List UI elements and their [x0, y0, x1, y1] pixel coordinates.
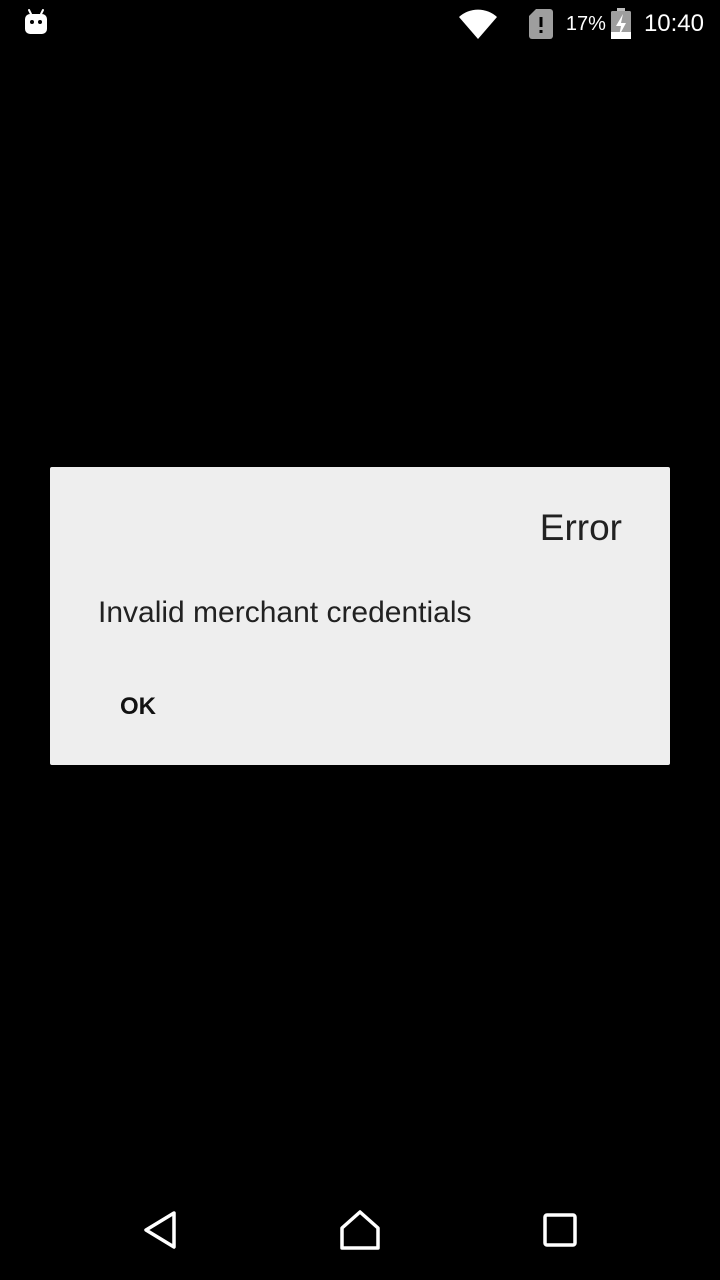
ok-button[interactable]: OK	[100, 679, 176, 735]
status-bar: 17% 10:40	[0, 0, 720, 48]
home-icon	[339, 1209, 381, 1256]
screen: 17% 10:40 Error Invalid merchant credent…	[0, 0, 720, 1280]
wifi-icon	[458, 7, 498, 41]
home-button[interactable]	[330, 1202, 390, 1262]
back-button[interactable]	[130, 1202, 190, 1262]
android-debug-icon	[22, 8, 50, 36]
clock: 10:40	[643, 10, 704, 37]
recents-icon	[542, 1212, 578, 1253]
status-icons: 17% 10:40	[458, 0, 704, 48]
recents-button[interactable]	[530, 1202, 590, 1262]
error-dialog: Error Invalid merchant credentials OK	[50, 467, 670, 765]
battery-charging-icon	[610, 8, 632, 40]
sim-alert-icon	[528, 7, 554, 41]
back-icon	[140, 1209, 180, 1256]
battery-percent: 17%	[565, 12, 606, 35]
dialog-title: Error	[539, 507, 622, 548]
navigation-bar	[0, 1184, 720, 1280]
dialog-message: Invalid merchant credentials	[98, 596, 472, 629]
